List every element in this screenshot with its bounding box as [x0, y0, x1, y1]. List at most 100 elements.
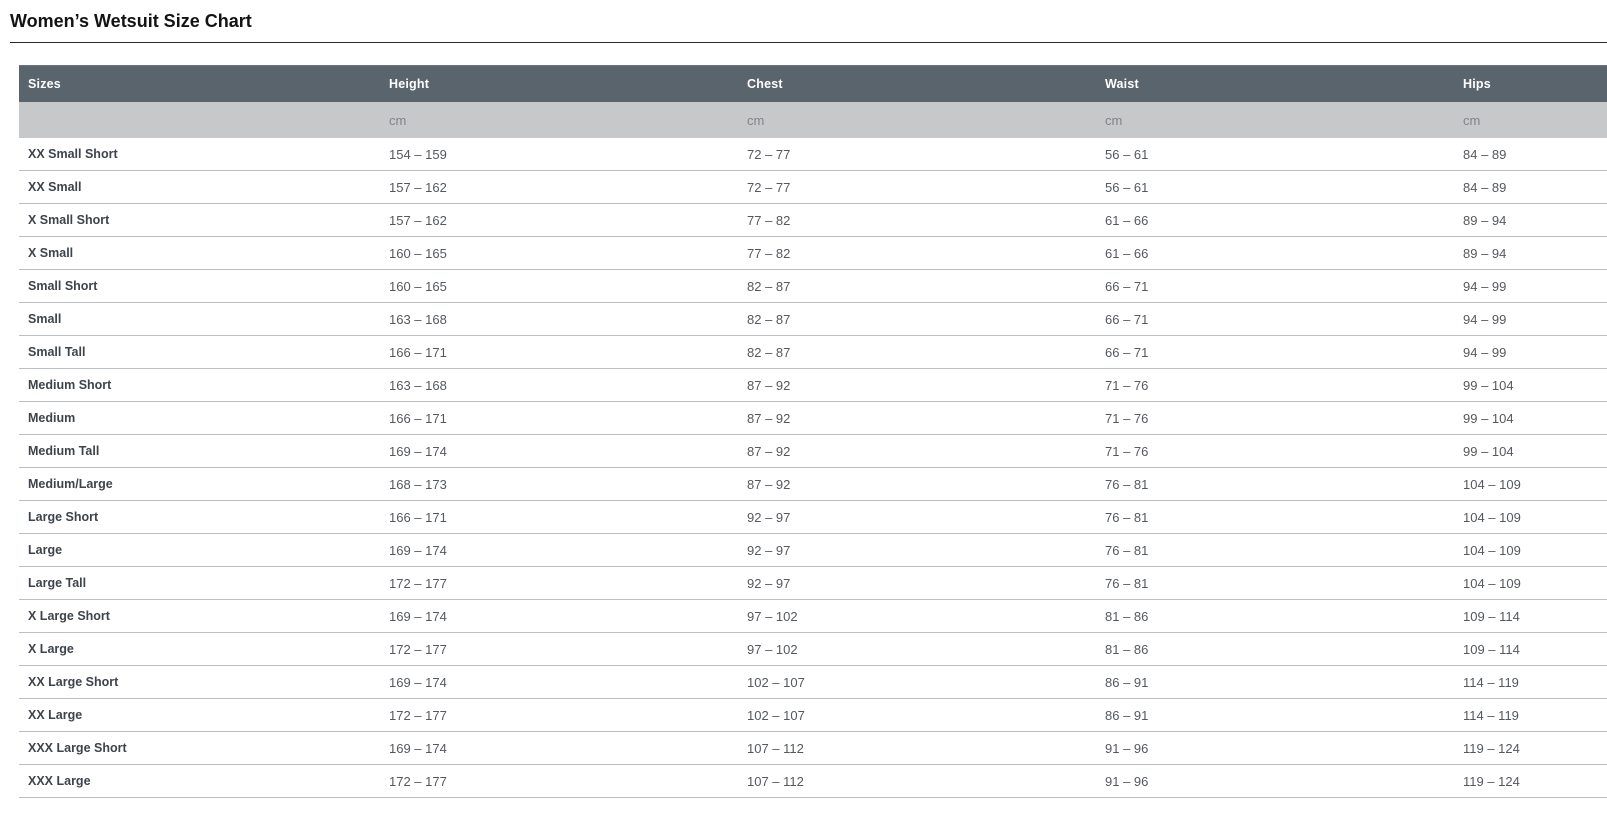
size-label-cell: Medium Short: [19, 368, 380, 402]
table-body: XX Small Short 154 – 159 72 – 77 56 – 61…: [19, 138, 1607, 798]
size-label-cell: X Large: [19, 632, 380, 666]
chest-cell: 87 – 92: [738, 401, 1096, 435]
chest-cell: 82 – 87: [738, 269, 1096, 303]
table-row: XX Large 172 – 177 102 – 107 86 – 91 114…: [19, 698, 1607, 732]
units-cell-chest: cm: [738, 102, 1096, 138]
hips-cell: 119 – 124: [1454, 731, 1607, 765]
waist-cell: 91 – 96: [1096, 731, 1454, 765]
hips-cell: 119 – 124: [1454, 764, 1607, 798]
chest-cell: 77 – 82: [738, 236, 1096, 270]
hips-cell: 94 – 99: [1454, 269, 1607, 303]
table-row: XXX Large Short 169 – 174 107 – 112 91 –…: [19, 731, 1607, 765]
hips-cell: 99 – 104: [1454, 401, 1607, 435]
height-cell: 160 – 165: [380, 269, 738, 303]
chest-cell: 72 – 77: [738, 170, 1096, 204]
column-header-height: Height: [380, 65, 738, 102]
hips-cell: 89 – 94: [1454, 203, 1607, 237]
waist-cell: 66 – 71: [1096, 269, 1454, 303]
hips-cell: 99 – 104: [1454, 368, 1607, 402]
waist-cell: 91 – 96: [1096, 764, 1454, 798]
chest-cell: 107 – 112: [738, 764, 1096, 798]
size-label-cell: XX Large Short: [19, 665, 380, 699]
height-cell: 169 – 174: [380, 533, 738, 567]
table-row: Medium Tall 169 – 174 87 – 92 71 – 76 99…: [19, 434, 1607, 468]
table-row: Large 169 – 174 92 – 97 76 – 81 104 – 10…: [19, 533, 1607, 567]
waist-cell: 76 – 81: [1096, 533, 1454, 567]
size-label-cell: Small Tall: [19, 335, 380, 369]
size-label-cell: Medium/Large: [19, 467, 380, 501]
waist-cell: 86 – 91: [1096, 698, 1454, 732]
waist-cell: 76 – 81: [1096, 467, 1454, 501]
size-label-cell: XXX Large Short: [19, 731, 380, 765]
table-row: X Small Short 157 – 162 77 – 82 61 – 66 …: [19, 203, 1607, 237]
table-row: Medium 166 – 171 87 – 92 71 – 76 99 – 10…: [19, 401, 1607, 435]
column-header-hips: Hips: [1454, 65, 1607, 102]
chest-cell: 82 – 87: [738, 302, 1096, 336]
size-label-cell: Medium: [19, 401, 380, 435]
table-row: XXX Large 172 – 177 107 – 112 91 – 96 11…: [19, 764, 1607, 798]
waist-cell: 66 – 71: [1096, 302, 1454, 336]
size-chart-page: { "page": { "title": "Women’s Wetsuit Si…: [0, 0, 1607, 817]
height-cell: 166 – 171: [380, 335, 738, 369]
waist-cell: 61 – 66: [1096, 203, 1454, 237]
table-row: Large Short 166 – 171 92 – 97 76 – 81 10…: [19, 500, 1607, 534]
chest-cell: 92 – 97: [738, 566, 1096, 600]
column-header-sizes: Sizes: [19, 65, 380, 102]
waist-cell: 76 – 81: [1096, 566, 1454, 600]
units-cell-sizes: [19, 102, 380, 138]
chest-cell: 87 – 92: [738, 434, 1096, 468]
chest-cell: 97 – 102: [738, 632, 1096, 666]
units-cell-waist: cm: [1096, 102, 1454, 138]
chest-cell: 87 – 92: [738, 467, 1096, 501]
hips-cell: 104 – 109: [1454, 566, 1607, 600]
height-cell: 163 – 168: [380, 368, 738, 402]
waist-cell: 86 – 91: [1096, 665, 1454, 699]
waist-cell: 71 – 76: [1096, 401, 1454, 435]
height-cell: 166 – 171: [380, 401, 738, 435]
table-row: Small 163 – 168 82 – 87 66 – 71 94 – 99: [19, 302, 1607, 336]
height-cell: 163 – 168: [380, 302, 738, 336]
hips-cell: 99 – 104: [1454, 434, 1607, 468]
size-label-cell: Large: [19, 533, 380, 567]
waist-cell: 56 – 61: [1096, 170, 1454, 204]
page-title: Women’s Wetsuit Size Chart: [10, 11, 252, 31]
table-row: XX Small Short 154 – 159 72 – 77 56 – 61…: [19, 138, 1607, 171]
size-chart-viewport: Sizes Height Chest Waist Hips cm cm cm c…: [19, 65, 1607, 798]
table-row: X Large 172 – 177 97 – 102 81 – 86 109 –…: [19, 632, 1607, 666]
height-cell: 166 – 171: [380, 500, 738, 534]
size-label-cell: X Small Short: [19, 203, 380, 237]
table-row: Medium/Large 168 – 173 87 – 92 76 – 81 1…: [19, 467, 1607, 501]
chest-cell: 82 – 87: [738, 335, 1096, 369]
size-label-cell: XX Small Short: [19, 138, 380, 171]
height-cell: 172 – 177: [380, 764, 738, 798]
waist-cell: 66 – 71: [1096, 335, 1454, 369]
hips-cell: 104 – 109: [1454, 500, 1607, 534]
size-label-cell: Large Short: [19, 500, 380, 534]
chest-cell: 97 – 102: [738, 599, 1096, 633]
hips-cell: 104 – 109: [1454, 467, 1607, 501]
height-cell: 172 – 177: [380, 698, 738, 732]
height-cell: 169 – 174: [380, 599, 738, 633]
hips-cell: 84 – 89: [1454, 138, 1607, 171]
units-cell-hips: cm: [1454, 102, 1607, 138]
height-cell: 172 – 177: [380, 632, 738, 666]
chest-cell: 102 – 107: [738, 665, 1096, 699]
hips-cell: 89 – 94: [1454, 236, 1607, 270]
table-row: Small Tall 166 – 171 82 – 87 66 – 71 94 …: [19, 335, 1607, 369]
height-cell: 169 – 174: [380, 731, 738, 765]
size-label-cell: XX Small: [19, 170, 380, 204]
waist-cell: 56 – 61: [1096, 138, 1454, 171]
units-cell-height: cm: [380, 102, 738, 138]
size-chart-table: Sizes Height Chest Waist Hips cm cm cm c…: [19, 65, 1607, 798]
column-header-chest: Chest: [738, 65, 1096, 102]
size-label-cell: Medium Tall: [19, 434, 380, 468]
size-label-cell: Small: [19, 302, 380, 336]
waist-cell: 71 – 76: [1096, 368, 1454, 402]
height-cell: 154 – 159: [380, 138, 738, 171]
waist-cell: 81 – 86: [1096, 599, 1454, 633]
height-cell: 157 – 162: [380, 170, 738, 204]
column-header-waist: Waist: [1096, 65, 1454, 102]
height-cell: 157 – 162: [380, 203, 738, 237]
chest-cell: 92 – 97: [738, 533, 1096, 567]
height-cell: 160 – 165: [380, 236, 738, 270]
